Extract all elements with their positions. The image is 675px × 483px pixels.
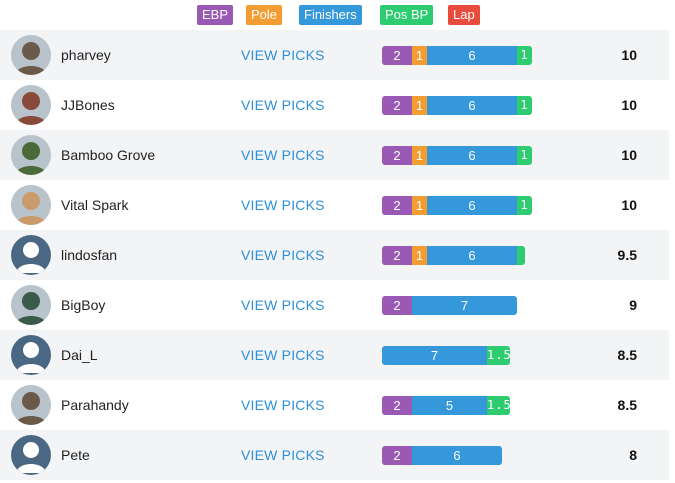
- bar-segment-posbp: 1: [517, 96, 532, 115]
- username: Pete: [61, 447, 90, 463]
- bar-segment-finishers: 7: [382, 346, 487, 365]
- bar-segment-finishers: 7: [412, 296, 517, 315]
- total-score: 10: [621, 47, 637, 63]
- legend-item-finishers: Finishers: [299, 5, 362, 25]
- view-picks-link[interactable]: VIEW PICKS: [241, 330, 325, 380]
- table-row: Vital Spark VIEW PICKS 2 1 6 1 10: [0, 180, 669, 230]
- bar-segment-posbp: 1.5: [487, 346, 510, 365]
- score-breakdown-bar: 2161: [382, 96, 532, 115]
- score-breakdown-bar: 2 5 1.5: [382, 396, 510, 415]
- avatar: [11, 135, 51, 175]
- bar-segment-posbp: 1: [517, 196, 532, 215]
- bar-segment-finishers: 6: [427, 246, 517, 265]
- table-row: lindosfan VIEW PICKS 2 1 6 9.5: [0, 230, 669, 280]
- bar-segment-finishers: 5: [412, 396, 487, 415]
- avatar: [11, 35, 51, 75]
- bar-segment-pole: 1: [412, 246, 427, 265]
- bar-segment-ebp: 2: [382, 46, 412, 65]
- bar-segment-ebp: 2: [382, 196, 412, 215]
- score-breakdown-bar: 26: [382, 446, 502, 465]
- bar-segment-posbp: 1: [517, 146, 532, 165]
- legend: EBP Pole Finishers Pos BP Lap: [0, 5, 675, 27]
- username: BigBoy: [61, 297, 106, 313]
- default-user-icon: [11, 235, 51, 275]
- view-picks-link[interactable]: VIEW PICKS: [241, 430, 325, 480]
- bar-segment-posbp: 1: [517, 46, 532, 65]
- bar-segment-ebp: 2: [382, 246, 412, 265]
- score-breakdown-bar: 216: [382, 246, 525, 265]
- score-breakdown-bar: 7 1.5: [382, 346, 510, 365]
- bar-segment-finishers: 6: [427, 46, 517, 65]
- bar-segment-pole: 1: [412, 196, 427, 215]
- avatar: [11, 85, 51, 125]
- table-row: Dai_L VIEW PICKS 7 1.5 8.5: [0, 330, 669, 380]
- leaderboard-list: pharvey VIEW PICKS 2 1 6 1 10 JJBones VIEW PICKS…: [0, 30, 669, 480]
- username: lindosfan: [61, 247, 118, 263]
- table-row: JJBones VIEW PICKS 2 1 6 1 10: [0, 80, 669, 130]
- score-breakdown-bar: 27: [382, 296, 517, 315]
- bar-segment-ebp: 2: [382, 446, 412, 465]
- table-row: Bamboo Grove VIEW PICKS 2 1 6 1 10: [0, 130, 669, 180]
- username: Parahandy: [61, 397, 129, 413]
- view-picks-link[interactable]: VIEW PICKS: [241, 180, 325, 230]
- table-row: pharvey VIEW PICKS 2 1 6 1 10: [0, 30, 669, 80]
- total-score: 10: [621, 147, 637, 163]
- bar-segment-finishers: 6: [427, 146, 517, 165]
- username: Bamboo Grove: [61, 147, 156, 163]
- bar-segment-pole: 1: [412, 46, 427, 65]
- username: Vital Spark: [61, 197, 129, 213]
- right-edge: [669, 0, 675, 483]
- legend-item-pos-bp: Pos BP: [380, 5, 434, 25]
- bar-segment-finishers: 6: [427, 96, 517, 115]
- table-row: Parahandy VIEW PICKS 2 5 1.5 8.5: [0, 380, 669, 430]
- total-score: 8.5: [617, 347, 637, 363]
- view-picks-link[interactable]: VIEW PICKS: [241, 380, 325, 430]
- bar-segment-ebp: 2: [382, 396, 412, 415]
- view-picks-link[interactable]: VIEW PICKS: [241, 230, 325, 280]
- total-score: 9: [629, 297, 637, 313]
- table-row: Pete VIEW PICKS 2 6 8: [0, 430, 669, 480]
- total-score: 10: [621, 197, 637, 213]
- bar-segment-posbp: [517, 246, 525, 265]
- default-user-icon: [11, 435, 51, 475]
- view-picks-link[interactable]: VIEW PICKS: [241, 280, 325, 330]
- view-picks-link[interactable]: VIEW PICKS: [241, 130, 325, 180]
- bar-segment-ebp: 2: [382, 96, 412, 115]
- bar-segment-finishers: 6: [427, 196, 517, 215]
- view-picks-link[interactable]: VIEW PICKS: [241, 30, 325, 80]
- score-breakdown-bar: 2161: [382, 146, 532, 165]
- avatar: [11, 185, 51, 225]
- avatar: [11, 285, 51, 325]
- username: Dai_L: [61, 347, 98, 363]
- total-score: 8.5: [617, 397, 637, 413]
- bar-segment-pole: 1: [412, 146, 427, 165]
- avatar: [11, 385, 51, 425]
- bar-segment-posbp: 1.5: [487, 396, 510, 415]
- score-breakdown-bar: 2161: [382, 46, 532, 65]
- bar-segment-ebp: 2: [382, 296, 412, 315]
- username: JJBones: [61, 97, 115, 113]
- bar-segment-finishers: 6: [412, 446, 502, 465]
- score-breakdown-bar: 2161: [382, 196, 532, 215]
- total-score: 8: [629, 447, 637, 463]
- table-row: BigBoy VIEW PICKS 2 7 9: [0, 280, 669, 330]
- username: pharvey: [61, 47, 111, 63]
- bar-segment-ebp: 2: [382, 146, 412, 165]
- total-score: 10: [621, 97, 637, 113]
- default-user-icon: [11, 335, 51, 375]
- bar-segment-pole: 1: [412, 96, 427, 115]
- legend-item-ebp: EBP: [197, 5, 234, 25]
- legend-item-lap: Lap: [448, 5, 480, 25]
- total-score: 9.5: [617, 247, 637, 263]
- legend-item-pole: Pole: [246, 5, 283, 25]
- view-picks-link[interactable]: VIEW PICKS: [241, 80, 325, 130]
